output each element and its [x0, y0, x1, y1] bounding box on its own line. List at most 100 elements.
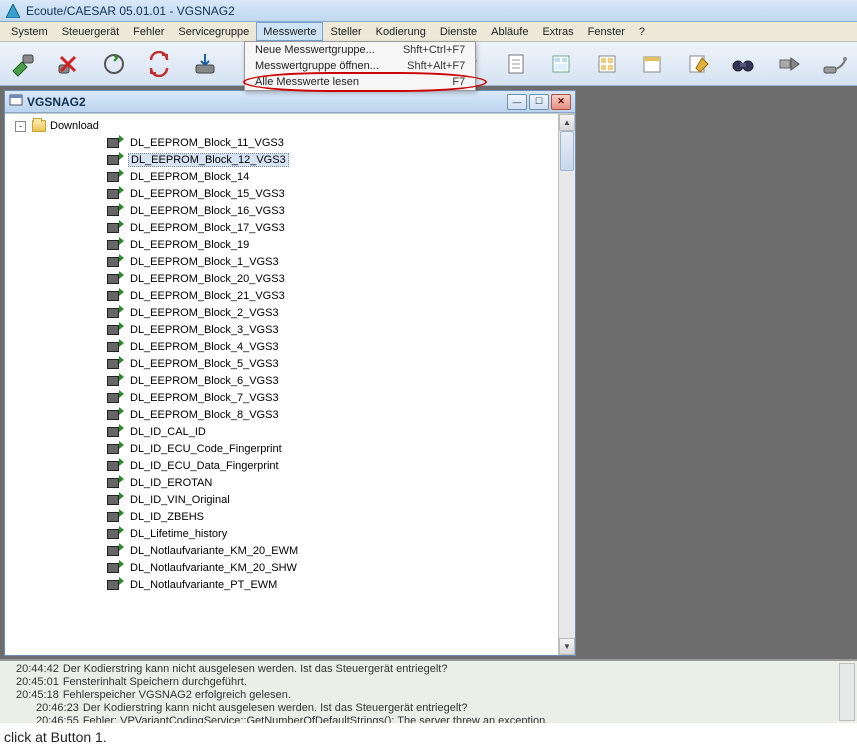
tree-item[interactable]: DL_EEPROM_Block_8_VGS3 — [7, 406, 556, 423]
menu-item-shortcut: F7 — [452, 76, 465, 88]
log-scrollbar[interactable] — [839, 663, 855, 721]
tree-item[interactable]: DL_EEPROM_Block_15_VGS3 — [7, 185, 556, 202]
menu-kodierung[interactable]: Kodierung — [369, 22, 433, 41]
tree-item[interactable]: DL_EEPROM_Block_17_VGS3 — [7, 219, 556, 236]
tree-item[interactable]: DL_EEPROM_Block_16_VGS3 — [7, 202, 556, 219]
tree-item[interactable]: DL_EEPROM_Block_11_VGS3 — [7, 134, 556, 151]
collapse-icon[interactable]: - — [15, 121, 26, 132]
tree-item[interactable]: DL_EEPROM_Block_20_VGS3 — [7, 270, 556, 287]
menu-item-messwertgruppe-oeffnen[interactable]: Messwertgruppe öffnen... Shft+Alt+F7 — [245, 58, 475, 74]
menu-dienste[interactable]: Dienste — [433, 22, 484, 41]
tree-item[interactable]: DL_EEPROM_Block_4_VGS3 — [7, 338, 556, 355]
tree-item[interactable]: DL_EEPROM_Block_14 — [7, 168, 556, 185]
tree-item-label: DL_EEPROM_Block_14 — [128, 171, 251, 183]
log-message: Der Kodierstring kann nicht ausgelesen w… — [83, 702, 468, 715]
log-time: 20:45:18 — [16, 689, 59, 702]
block-icon — [107, 306, 123, 319]
refresh-circle-icon[interactable] — [97, 47, 130, 81]
log-time: 20:46:55 — [36, 715, 79, 723]
tree-item[interactable]: DL_EEPROM_Block_19 — [7, 236, 556, 253]
tree-content[interactable]: - Download DL_EEPROM_Block_11_VGS3 DL_EEP… — [5, 114, 558, 655]
block-icon — [107, 323, 123, 336]
log-message: Der Kodierstring kann nicht ausgelesen w… — [63, 663, 448, 676]
tree-item[interactable]: DL_EEPROM_Block_3_VGS3 — [7, 321, 556, 338]
tree-item-label: DL_EEPROM_Block_4_VGS3 — [128, 341, 281, 353]
menu-item-label: Neue Messwertgruppe... — [255, 44, 375, 56]
tree-item-label: DL_ID_ECU_Code_Fingerprint — [128, 443, 284, 455]
log-time: 20:45:01 — [16, 676, 59, 689]
menu-fenster[interactable]: Fenster — [581, 22, 632, 41]
workspace: VGSNAG2 — ☐ ✕ - Download DL_EEPROM_Block… — [0, 86, 857, 659]
log-line: 20:46:23Der Kodierstring kann nicht ausg… — [6, 702, 851, 715]
tree-item-label: DL_EEPROM_Block_17_VGS3 — [128, 222, 287, 234]
block-icon — [107, 578, 123, 591]
vertical-scrollbar[interactable]: ▲ ▼ — [558, 114, 575, 655]
tree-item[interactable]: DL_Notlaufvariante_PT_EWM — [7, 576, 556, 593]
form-icon[interactable] — [545, 47, 578, 81]
tree-item[interactable]: DL_EEPROM_Block_21_VGS3 — [7, 287, 556, 304]
maximize-button[interactable]: ☐ — [529, 94, 549, 110]
menu-item-neue-messwertgruppe[interactable]: Neue Messwertgruppe... Shft+Ctrl+F7 — [245, 42, 475, 58]
tree-item[interactable]: DL_ID_VIN_Original — [7, 491, 556, 508]
save-icon[interactable] — [188, 47, 221, 81]
menu-system[interactable]: System — [4, 22, 55, 41]
block-icon — [107, 425, 123, 438]
tree-item[interactable]: DL_ID_EROTAN — [7, 474, 556, 491]
block-icon — [107, 255, 123, 268]
menu-fehler[interactable]: Fehler — [126, 22, 171, 41]
binoculars-icon[interactable] — [727, 47, 760, 81]
tree-item[interactable]: DL_EEPROM_Block_2_VGS3 — [7, 304, 556, 321]
connect-icon[interactable] — [6, 47, 39, 81]
tree-item[interactable]: DL_ID_ECU_Code_Fingerprint — [7, 440, 556, 457]
form2-icon[interactable] — [590, 47, 623, 81]
tree-item-label: DL_Lifetime_history — [128, 528, 229, 540]
menu-help[interactable]: ? — [632, 22, 652, 41]
scroll-track[interactable] — [559, 131, 575, 638]
cal-icon[interactable] — [636, 47, 669, 81]
tree-view: - Download DL_EEPROM_Block_11_VGS3 DL_EEP… — [5, 113, 575, 655]
tree-item[interactable]: DL_EEPROM_Block_5_VGS3 — [7, 355, 556, 372]
tree-folder[interactable]: - Download — [7, 118, 556, 134]
tree-item[interactable]: DL_EEPROM_Block_6_VGS3 — [7, 372, 556, 389]
menu-extras[interactable]: Extras — [535, 22, 580, 41]
menu-item-label: Messwertgruppe öffnen... — [255, 60, 379, 72]
tree-item-label: DL_EEPROM_Block_5_VGS3 — [128, 358, 281, 370]
edit-icon[interactable] — [681, 47, 714, 81]
tree-item-label: DL_ID_VIN_Original — [128, 494, 232, 506]
menu-ablaeufe[interactable]: Abläufe — [484, 22, 535, 41]
menu-messwerte-dropdown: Neue Messwertgruppe... Shft+Ctrl+F7 Mess… — [244, 41, 476, 91]
disconnect-icon[interactable] — [51, 47, 84, 81]
scroll-thumb[interactable] — [560, 131, 574, 171]
log-line: 20:45:18Fehlerspeicher VGSNAG2 erfolgrei… — [6, 689, 851, 702]
block-icon — [107, 459, 123, 472]
tree-item[interactable]: DL_EEPROM_Block_1_VGS3 — [7, 253, 556, 270]
menu-item-alle-messwerte-lesen[interactable]: Alle Messwerte lesen F7 — [245, 74, 475, 90]
menu-steuergeraet[interactable]: Steuergerät — [55, 22, 126, 41]
tree-item-label: DL_EEPROM_Block_7_VGS3 — [128, 392, 281, 404]
tree-item[interactable]: DL_Notlaufvariante_KM_20_EWM — [7, 542, 556, 559]
tree-item[interactable]: DL_ID_CAL_ID — [7, 423, 556, 440]
tree-item[interactable]: DL_Lifetime_history — [7, 525, 556, 542]
doc-icon[interactable] — [499, 47, 532, 81]
scroll-down-button[interactable]: ▼ — [559, 638, 575, 655]
minimize-button[interactable]: — — [507, 94, 527, 110]
log-time: 20:44:42 — [16, 663, 59, 676]
tree-item-label: DL_EEPROM_Block_21_VGS3 — [128, 290, 287, 302]
tree-item[interactable]: DL_Notlaufvariante_KM_20_SHW — [7, 559, 556, 576]
tree-item[interactable]: DL_ID_ECU_Data_Fingerprint — [7, 457, 556, 474]
menu-item-shortcut: Shft+Ctrl+F7 — [403, 44, 465, 56]
tree-item-label: DL_EEPROM_Block_8_VGS3 — [128, 409, 281, 421]
scroll-up-button[interactable]: ▲ — [559, 114, 575, 131]
menu-steller[interactable]: Steller — [323, 22, 368, 41]
refresh-swap-icon[interactable] — [142, 47, 175, 81]
tree-item[interactable]: DL_EEPROM_Block_12_VGS3 — [7, 151, 556, 168]
tree-item[interactable]: DL_ID_ZBEHS — [7, 508, 556, 525]
tree-item-label: DL_Notlaufvariante_KM_20_SHW — [128, 562, 299, 574]
menu-messwerte[interactable]: Messwerte — [256, 22, 323, 41]
wand-icon[interactable] — [818, 47, 851, 81]
menu-servicegruppe[interactable]: Servicegruppe — [171, 22, 256, 41]
play-icon[interactable] — [772, 47, 805, 81]
tree-item-label: DL_EEPROM_Block_11_VGS3 — [128, 137, 286, 149]
close-button[interactable]: ✕ — [551, 94, 571, 110]
tree-item[interactable]: DL_EEPROM_Block_7_VGS3 — [7, 389, 556, 406]
